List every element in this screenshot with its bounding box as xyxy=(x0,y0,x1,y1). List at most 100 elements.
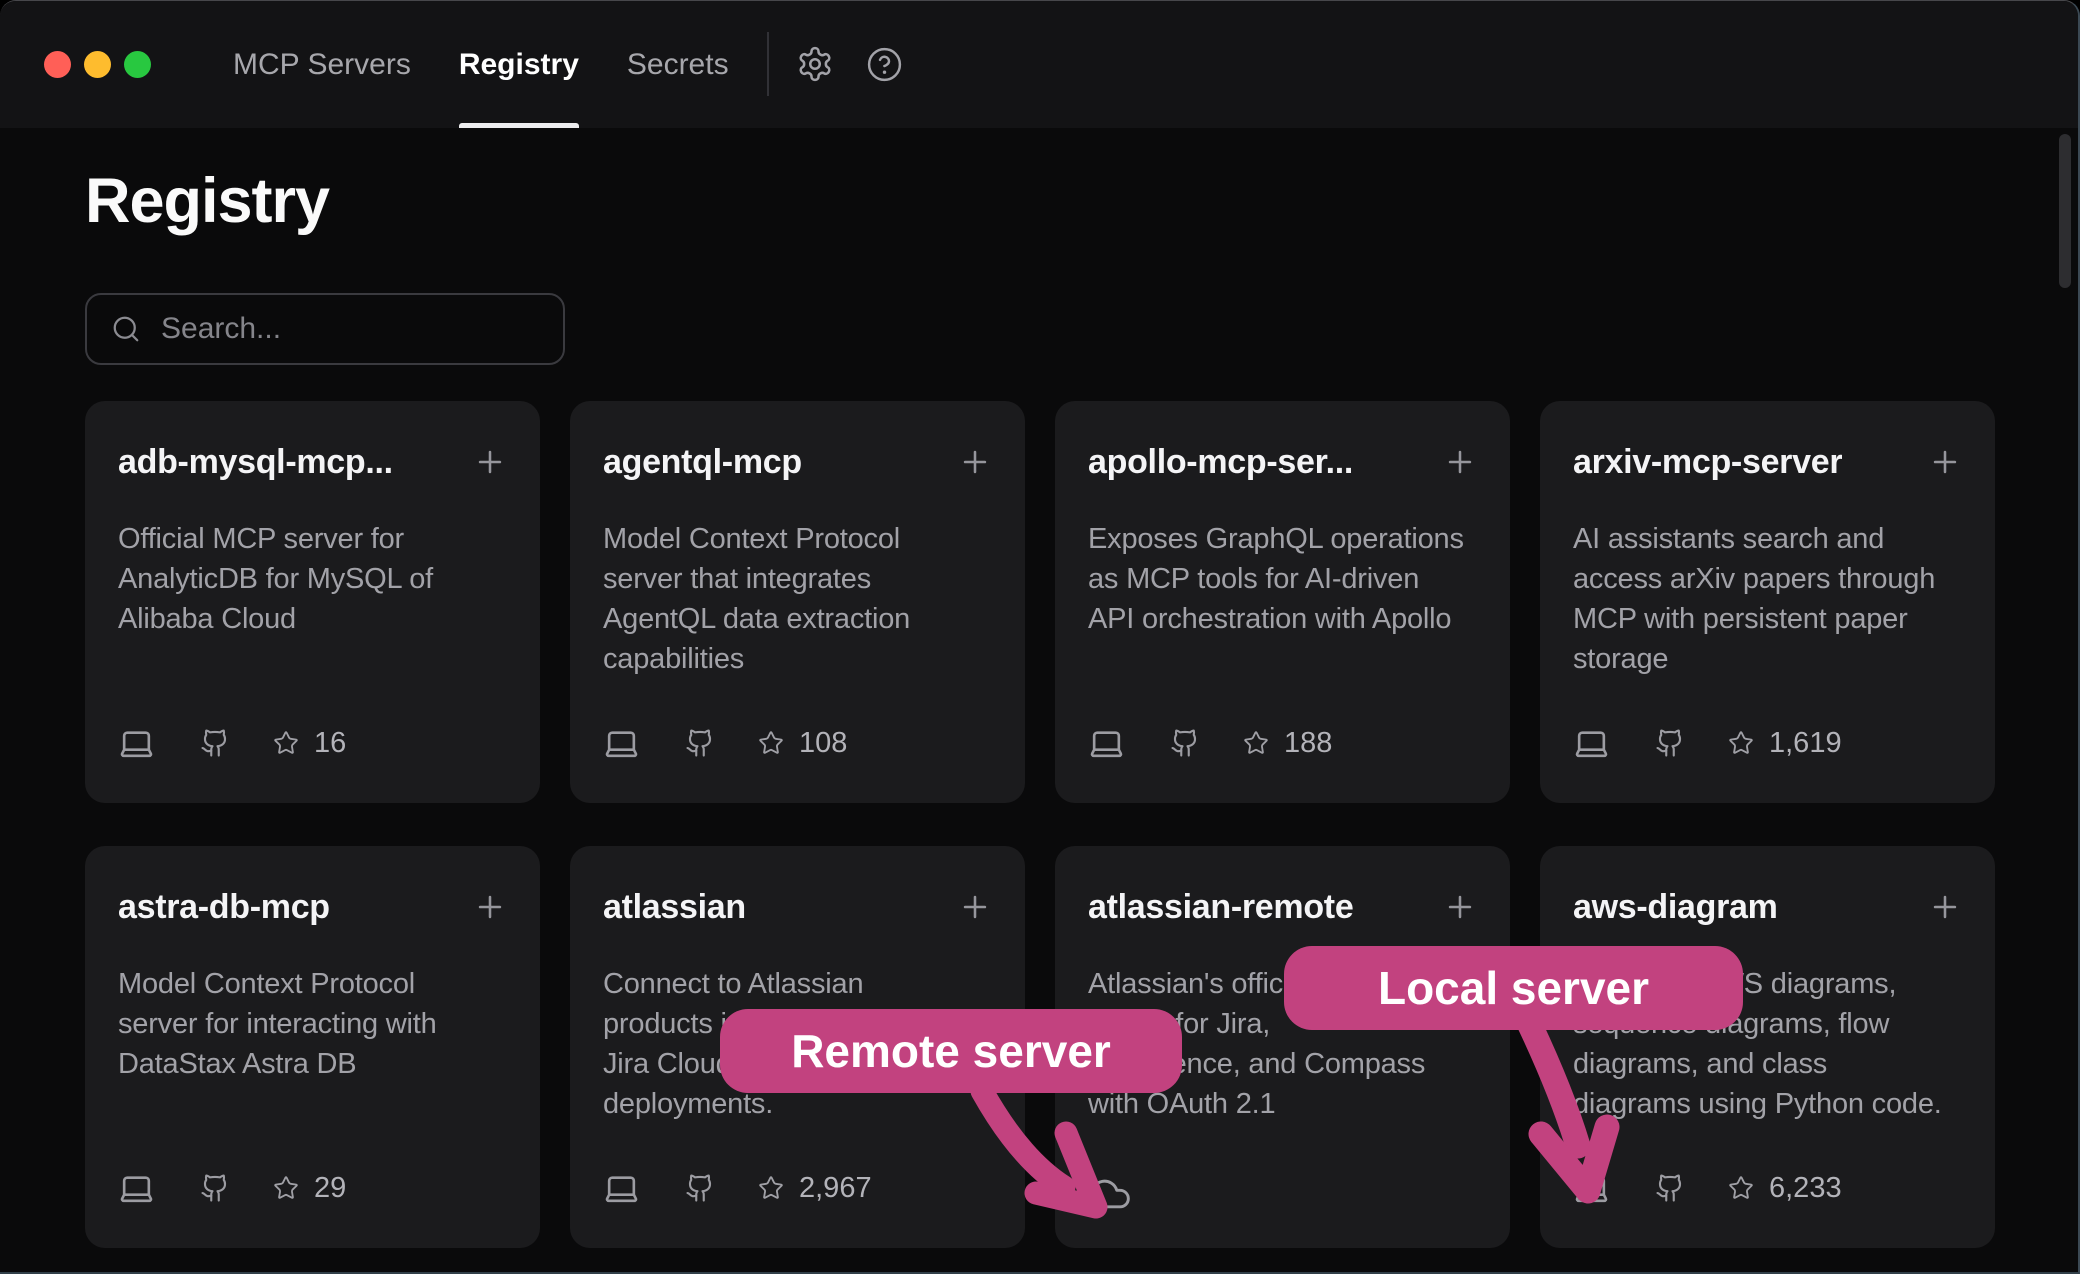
server-card[interactable]: aws-diagram Generate AWS diagrams,sequen… xyxy=(1540,846,1995,1248)
github-icon[interactable] xyxy=(1170,728,1200,758)
plus-icon xyxy=(958,445,992,479)
zoom-window-button[interactable] xyxy=(124,51,151,78)
card-footer: 29 xyxy=(118,1168,346,1208)
card-footer: 6,233 xyxy=(1573,1168,1842,1208)
server-description-line: access arXiv papers through xyxy=(1573,559,1962,599)
card-footer: 1,619 xyxy=(1573,723,1842,763)
plus-icon xyxy=(473,445,507,479)
search-icon xyxy=(111,314,141,344)
page-title: Registry xyxy=(85,161,329,241)
tab-mcp-servers[interactable]: MCP Servers xyxy=(233,1,411,128)
server-description-line: diagrams using Python code. xyxy=(1573,1084,1962,1124)
server-name: aws-diagram xyxy=(1573,884,1778,930)
server-name: astra-db-mcp xyxy=(118,884,330,930)
laptop-icon xyxy=(118,725,155,762)
laptop-icon xyxy=(1573,725,1610,762)
server-description: Official MCP server forAnalyticDB for My… xyxy=(118,519,507,639)
github-icon[interactable] xyxy=(685,1173,715,1203)
star-count-value: 2,967 xyxy=(799,1172,872,1205)
laptop-icon xyxy=(118,1170,155,1207)
gear-icon xyxy=(796,45,834,83)
server-description-line: AgentQL data extraction xyxy=(603,599,992,639)
card-header: apollo-mcp-ser... xyxy=(1088,401,1477,485)
plus-icon xyxy=(1443,890,1477,924)
star-count: 6,233 xyxy=(1728,1172,1842,1205)
server-description-line: AnalyticDB for MySQL of xyxy=(118,559,507,599)
star-count-value: 29 xyxy=(314,1172,346,1205)
help-button[interactable] xyxy=(866,46,903,83)
card-footer: 188 xyxy=(1088,723,1332,763)
server-card[interactable]: arxiv-mcp-server AI assistants search an… xyxy=(1540,401,1995,803)
card-footer: 108 xyxy=(603,723,847,763)
scrollbar-thumb[interactable] xyxy=(2059,134,2071,288)
app-window: MCP Servers Registry Secrets Registry ad… xyxy=(0,0,2080,1274)
star-icon xyxy=(758,730,784,756)
github-icon[interactable] xyxy=(1655,1173,1685,1203)
add-server-button[interactable] xyxy=(958,890,992,927)
star-count: 188 xyxy=(1243,727,1332,760)
search-box[interactable] xyxy=(85,293,565,365)
server-card[interactable]: agentql-mcp Model Context Protocolserver… xyxy=(570,401,1025,803)
server-description-line: as MCP tools for AI-driven xyxy=(1088,559,1477,599)
github-icon[interactable] xyxy=(1655,728,1685,758)
laptop-icon xyxy=(1088,725,1125,762)
github-icon[interactable] xyxy=(200,728,230,758)
tab-registry[interactable]: Registry xyxy=(459,1,579,128)
server-description-line: Connect to Atlassian xyxy=(603,964,992,1004)
server-card[interactable]: apollo-mcp-ser... Exposes GraphQL operat… xyxy=(1055,401,1510,803)
search-input[interactable] xyxy=(159,311,549,347)
add-server-button[interactable] xyxy=(473,445,507,482)
laptop-icon xyxy=(603,725,640,762)
server-description-line: diagrams, and class xyxy=(1573,1044,1962,1084)
plus-icon xyxy=(473,890,507,924)
remote-server-callout: Remote server xyxy=(720,1009,1182,1093)
server-description: Model Context Protocolserver that integr… xyxy=(603,519,992,679)
server-card[interactable]: adb-mysql-mcp... Official MCP server for… xyxy=(85,401,540,803)
server-description-line: capabilities xyxy=(603,639,992,679)
server-description-line: Exposes GraphQL operations xyxy=(1088,519,1477,559)
add-server-button[interactable] xyxy=(1928,445,1962,482)
star-count: 1,619 xyxy=(1728,727,1842,760)
card-header: astra-db-mcp xyxy=(118,846,507,930)
server-description-line: server for interacting with xyxy=(118,1004,507,1044)
server-description-line: Model Context Protocol xyxy=(603,519,992,559)
server-name: agentql-mcp xyxy=(603,439,802,485)
tab-secrets[interactable]: Secrets xyxy=(627,1,729,128)
star-count-value: 108 xyxy=(799,727,847,760)
server-card[interactable]: astra-db-mcp Model Context Protocolserve… xyxy=(85,846,540,1248)
server-description-line: server that integrates xyxy=(603,559,992,599)
github-icon[interactable] xyxy=(200,1173,230,1203)
star-icon xyxy=(1728,1175,1754,1201)
add-server-button[interactable] xyxy=(1443,890,1477,927)
add-server-button[interactable] xyxy=(1443,445,1477,482)
cloud-icon xyxy=(1088,1172,1132,1216)
star-icon xyxy=(758,1175,784,1201)
plus-icon xyxy=(958,890,992,924)
star-count: 2,967 xyxy=(758,1172,872,1205)
add-server-button[interactable] xyxy=(1928,890,1962,927)
card-footer xyxy=(1088,1168,1132,1208)
plus-icon xyxy=(1928,445,1962,479)
card-header: atlassian xyxy=(603,846,992,930)
server-name: atlassian xyxy=(603,884,746,930)
server-description-line: DataStax Astra DB xyxy=(118,1044,507,1084)
star-count-value: 16 xyxy=(314,727,346,760)
server-description: Exposes GraphQL operationsas MCP tools f… xyxy=(1088,519,1477,639)
server-description: AI assistants search andaccess arXiv pap… xyxy=(1573,519,1962,679)
server-grid: adb-mysql-mcp... Official MCP server for… xyxy=(85,401,1995,1248)
server-name: adb-mysql-mcp... xyxy=(118,439,393,485)
star-count-value: 1,619 xyxy=(1769,727,1842,760)
star-count: 16 xyxy=(273,727,346,760)
laptop-icon xyxy=(1573,1170,1610,1207)
server-name: atlassian-remote xyxy=(1088,884,1353,930)
github-icon[interactable] xyxy=(685,728,715,758)
close-window-button[interactable] xyxy=(44,51,71,78)
nav-divider xyxy=(767,32,769,96)
star-icon xyxy=(1728,730,1754,756)
add-server-button[interactable] xyxy=(958,445,992,482)
add-server-button[interactable] xyxy=(473,890,507,927)
title-bar: MCP Servers Registry Secrets xyxy=(0,1,2078,128)
minimize-window-button[interactable] xyxy=(84,51,111,78)
server-description-line: Model Context Protocol xyxy=(118,964,507,1004)
settings-button[interactable] xyxy=(796,45,834,83)
